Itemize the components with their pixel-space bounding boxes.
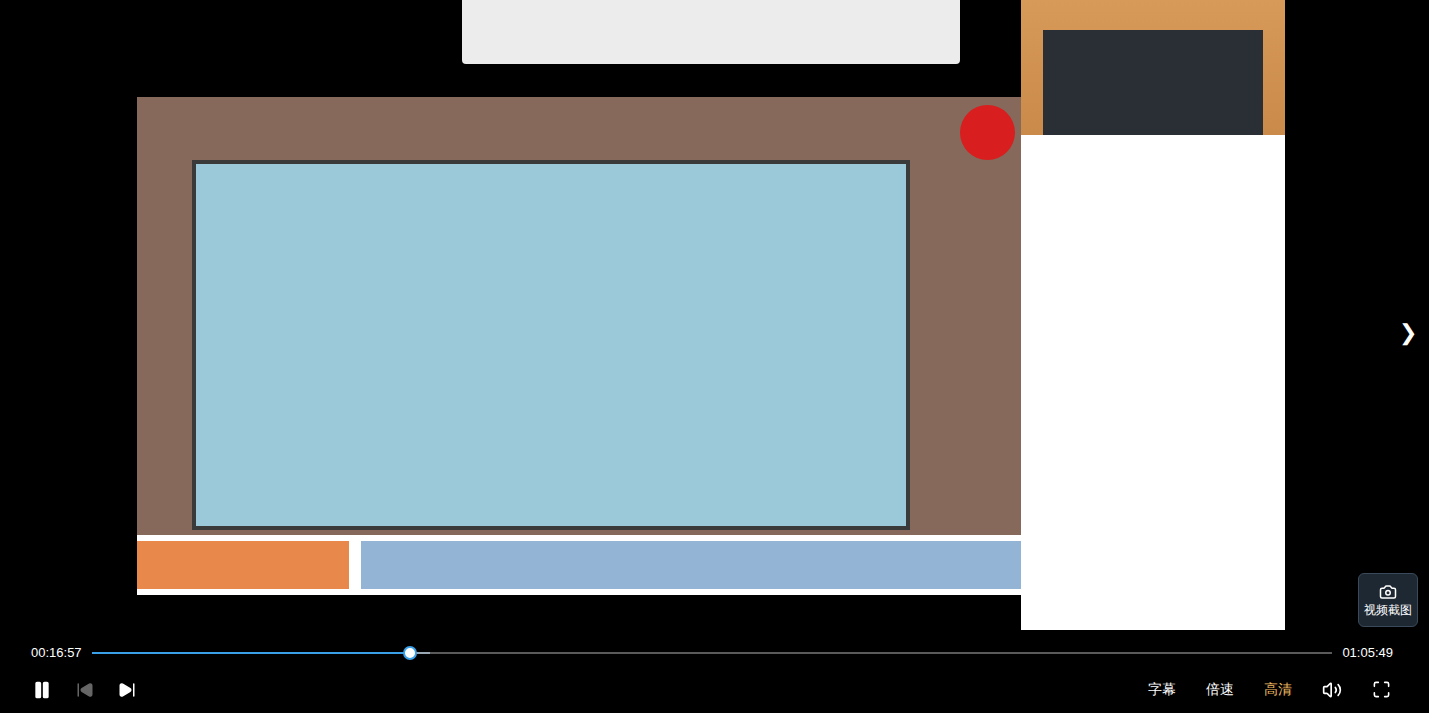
camera-icon: [1379, 583, 1397, 601]
next-icon[interactable]: [118, 681, 136, 699]
fullscreen-icon[interactable]: [1372, 680, 1391, 699]
video-frame[interactable]: [0, 0, 1429, 640]
screenshot-button[interactable]: 视频截图: [1358, 573, 1418, 627]
control-bar: 00:16:57 01:05:49 字幕 倍速 高清: [0, 640, 1429, 713]
control-option[interactable]: 高清: [1264, 679, 1292, 700]
next-arrow[interactable]: ❯: [1399, 322, 1417, 344]
control-option[interactable]: 倍速: [1206, 679, 1234, 700]
previous-icon[interactable]: [76, 681, 94, 699]
duration: 01:05:49: [1342, 643, 1393, 663]
video-player: ❯ 视频截图 00:16:57 01:05:49 字幕 倍速 高清: [0, 0, 1429, 713]
control-option[interactable]: 字幕: [1148, 679, 1176, 700]
progress-fill: [92, 652, 411, 654]
pause-icon[interactable]: [32, 680, 52, 700]
progress-thumb[interactable]: [403, 646, 417, 660]
current-time: 00:16:57: [31, 643, 82, 663]
progress-track[interactable]: [92, 652, 1333, 654]
volume-icon[interactable]: [1322, 680, 1342, 700]
